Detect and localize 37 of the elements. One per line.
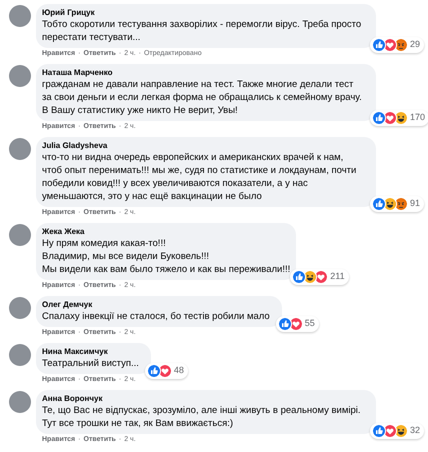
avatar[interactable] [9,5,31,27]
avatar[interactable] [9,391,31,413]
reactions-badge[interactable]: 48 [144,363,188,379]
comment-text: Спалаху інвекції не сталося, бо тестів робили мало [42,310,271,323]
comment-text: Те, що Вас не відпускає, зрозуміло, але інші живуть в реальному вимірі. Тут все трошки не так, як Вам ввижається:) [42,404,362,430]
reactions-badge[interactable]: 29 [370,37,424,53]
avatar[interactable] [9,138,31,160]
comment-text: Мы видели как вам было тяжело и как вы переживали!!! [42,263,290,276]
reactions-badge[interactable]: 32 [370,423,424,439]
reaction-count: 91 [410,197,422,210]
reaction-count: 29 [410,38,422,52]
reactions-badge[interactable]: 55 [276,316,319,332]
reaction-count: 170 [410,111,426,124]
reaction-count: 32 [410,424,422,438]
avatar[interactable] [9,224,31,246]
author-name[interactable]: Юрий Грицук [42,7,370,18]
reactions-badge[interactable]: 91 [370,196,424,212]
reactions-badge[interactable]: 211 [290,269,349,285]
reaction-count: 211 [330,270,346,284]
author-name[interactable]: Нина Максимчук [42,346,145,357]
reaction-count: 48 [174,364,185,378]
avatar[interactable] [9,65,31,87]
reactions-badge[interactable]: 170 [370,110,428,126]
comment-text: Ну прям комедия какая-то!!! [42,237,167,250]
comment-text: Театральний виступ... [42,357,140,370]
comment-text: что-то ни видна очередь европейских и американских врачей к нам, чтоб опыт перенимать!!! мы же, судя по статистике и локдаунам, почти победили ковид!!! у всех увеличиваются показатели, а у нас уменьшаются, это у нас ещё вакцинации не было [42,151,358,203]
comment-text: гражданам не давали направление на тест. Также многие делали тест за свои деньги и если легкая форма не обращались к семейному врачу. В Вашу статистику уже никто Не верит, Увы! [42,78,363,117]
author-name[interactable]: Анна Ворончук [42,393,370,404]
author-name[interactable]: Наташа Марченко [42,67,370,78]
author-name[interactable]: Julia Gladysheva [42,140,370,151]
comment-text: Тобто скоротили тестування захворілих - перемогли вірус. Треба просто перестати тестувати... [42,18,362,44]
comment-text: Владимир, мы все видели Буковель!!! [42,250,210,263]
author-name[interactable]: Олег Демчук [42,299,276,310]
avatar[interactable] [9,297,31,319]
avatar[interactable] [9,344,31,366]
reaction-count: 55 [304,317,316,330]
author-name[interactable]: Жека Жека [42,226,290,237]
